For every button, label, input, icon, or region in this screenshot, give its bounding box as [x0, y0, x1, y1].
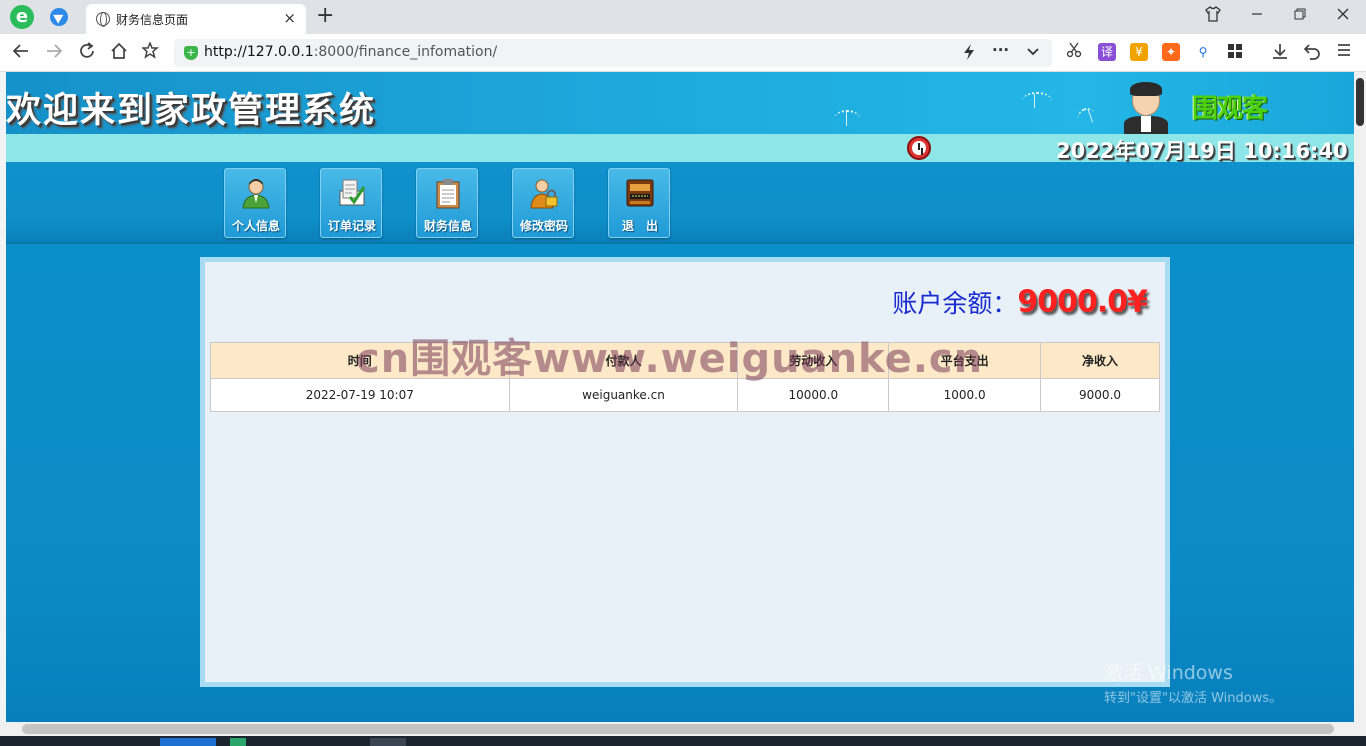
- tab-close-icon[interactable]: ×: [283, 9, 296, 27]
- nav-item-label: 个人信息: [231, 219, 280, 233]
- browser-tab-bar: e 财务信息页面 × +: [0, 0, 1366, 34]
- exit-icon: [626, 179, 654, 207]
- balance-value: 9000.0¥: [1017, 284, 1148, 320]
- clipboard-icon: [436, 179, 460, 209]
- restore-icon[interactable]: [1293, 6, 1307, 26]
- favorites-icon[interactable]: [141, 40, 160, 65]
- nav-item-label: 订单记录: [327, 219, 376, 233]
- nav-item-label: 退 出: [621, 219, 658, 233]
- taskbar-item[interactable]: [370, 738, 406, 746]
- nav-item-label: 财务信息: [423, 219, 472, 233]
- nav-item-orders[interactable]: 订单记录: [320, 168, 382, 238]
- tab-title: 财务信息页面: [116, 13, 189, 27]
- clock-icon: [907, 136, 931, 160]
- user-icon: [242, 179, 270, 209]
- chevron-down-icon[interactable]: [1026, 43, 1040, 65]
- site-title: 欢迎来到家政管理系统: [6, 91, 377, 131]
- search-icon[interactable]: ⚲: [1194, 43, 1212, 61]
- browser-logo-icon[interactable]: e: [10, 5, 34, 29]
- watermark: cn围观客www.weiguanke.cn: [356, 336, 984, 382]
- home-icon[interactable]: [110, 42, 128, 65]
- activation-hint: 转到"设置"以激活 Windows。: [1104, 691, 1283, 706]
- close-window-icon[interactable]: [1336, 6, 1350, 26]
- order-icon: [339, 179, 366, 206]
- browser-toolbar: + http://127.0.0.1:8000/finance_infomati…: [0, 34, 1366, 72]
- new-tab-button[interactable]: +: [316, 4, 334, 28]
- secure-shield-icon: +: [184, 46, 198, 60]
- telegram-icon[interactable]: [50, 8, 68, 26]
- dandelion-decoration: [1022, 92, 1052, 110]
- url-text[interactable]: http://127.0.0.1:8000/finance_infomation…: [204, 44, 497, 60]
- undo-icon[interactable]: [1303, 42, 1321, 65]
- apps-grid-icon[interactable]: [1226, 43, 1244, 61]
- back-icon[interactable]: [12, 42, 30, 65]
- nav-item-personal-info[interactable]: 个人信息: [224, 168, 286, 238]
- game-ext-icon[interactable]: ✦: [1162, 43, 1180, 61]
- vertical-scrollbar[interactable]: [1354, 72, 1366, 722]
- balance-label: 账户余额：: [892, 289, 1018, 318]
- horizontal-scrollbar[interactable]: [0, 722, 1366, 736]
- finance-panel-body: 账户余额：9000.0¥ 时间 付款人 劳动收入 平台支出 净收入 2022-0…: [205, 262, 1165, 682]
- account-balance: 账户余额：9000.0¥: [892, 284, 1148, 320]
- dandelion-decoration: [834, 110, 860, 128]
- more-icon[interactable]: ···: [992, 41, 1009, 59]
- lightning-icon[interactable]: [962, 43, 976, 65]
- main-nav: 个人信息 订单记录 财务信息 修改密码 退 出: [6, 162, 1354, 244]
- table-cell-net-income: 9000.0: [1040, 378, 1160, 412]
- address-bar[interactable]: + http://127.0.0.1:8000/finance_infomati…: [174, 39, 1052, 67]
- nav-item-label: 修改密码: [519, 219, 568, 233]
- download-icon[interactable]: [1271, 42, 1289, 65]
- info-bar: 2022年07月19日 10:16:40 星期二: [6, 134, 1354, 163]
- avatar-hair: [1130, 82, 1162, 96]
- menu-icon[interactable]: [1336, 42, 1352, 63]
- shield-ext-icon[interactable]: ¥: [1130, 43, 1148, 61]
- reload-icon[interactable]: [78, 42, 96, 65]
- browser-tab[interactable]: 财务信息页面 ×: [86, 4, 306, 34]
- minimize-icon[interactable]: [1250, 6, 1264, 26]
- site-header: 欢迎来到家政管理系统 围观客: [6, 72, 1354, 134]
- nav-item-logout[interactable]: 退 出: [608, 168, 670, 238]
- dandelion-decoration: [1075, 105, 1099, 129]
- activation-title: 激活 Windows: [1104, 662, 1233, 684]
- avatar-collar: [1141, 116, 1151, 132]
- current-datetime: 2022年07月19日 10:16:40 星期二: [1056, 139, 1354, 163]
- translate-icon[interactable]: 译: [1098, 43, 1116, 61]
- scroll-thumb[interactable]: [22, 724, 1334, 734]
- column-header: 净收入: [1040, 342, 1160, 379]
- nav-item-change-password[interactable]: 修改密码: [512, 168, 574, 238]
- nav-item-finance[interactable]: 财务信息: [416, 168, 478, 238]
- scissors-icon[interactable]: [1066, 42, 1082, 63]
- url-path: :8000/finance_infomation/: [313, 44, 498, 60]
- page-viewport: 欢迎来到家政管理系统 围观客 2022年07月19日 10:16:40 星期二 …: [6, 72, 1354, 722]
- finance-panel: 账户余额：9000.0¥ 时间 付款人 劳动收入 平台支出 净收入 2022-0…: [200, 257, 1170, 687]
- avatar: [1124, 80, 1168, 134]
- shirt-icon[interactable]: [1205, 6, 1221, 27]
- taskbar-item[interactable]: [230, 738, 246, 746]
- url-host: http://127.0.0.1: [204, 44, 314, 60]
- taskbar-item[interactable]: [160, 738, 216, 746]
- lock-user-icon: [530, 179, 558, 209]
- windows-activation-notice: 激活 Windows 转到"设置"以激活 Windows。: [1104, 658, 1282, 706]
- globe-icon: [96, 12, 110, 27]
- forward-icon[interactable]: [45, 42, 63, 65]
- scroll-thumb[interactable]: [1356, 78, 1364, 126]
- username: 围观客: [1192, 94, 1268, 124]
